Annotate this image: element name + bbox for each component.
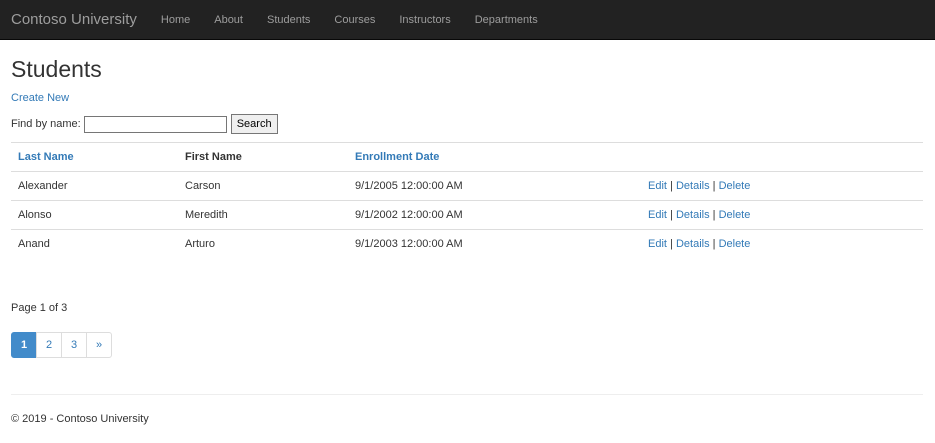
nav-home[interactable]: Home [149,0,202,40]
nav-courses[interactable]: Courses [322,0,387,40]
cell-enrollment-date: 9/1/2005 12:00:00 AM [348,171,641,201]
nav-students[interactable]: Students [255,0,322,40]
page-info: Page 1 of 3 [11,301,68,314]
table-row: Alexander Carson 9/1/2005 12:00:00 AM Ed… [11,171,923,201]
header-first-name: First Name [178,142,348,172]
page-1-button[interactable]: 1 [11,331,37,358]
next-page-button[interactable]: » [86,331,112,358]
nav-about[interactable]: About [202,0,255,40]
students-table: Last Name First Name Enrollment Date Ale… [11,142,923,259]
find-label: Find by name: [11,118,81,130]
cell-enrollment-date: 9/1/2002 12:00:00 AM [348,200,641,230]
cell-last-name: Alonso [11,200,178,230]
details-link[interactable]: Details [676,209,710,221]
separator: | [670,180,673,192]
separator: | [712,209,716,221]
edit-link[interactable]: Edit [648,238,667,250]
details-link[interactable]: Details [676,180,710,192]
cell-first-name: Carson [178,171,348,201]
edit-link[interactable]: Edit [648,180,667,192]
nav-instructors[interactable]: Instructors [387,0,462,40]
delete-link[interactable]: Delete [719,180,751,192]
footer-text: © 2019 - Contoso University [11,412,149,425]
pagination: 1 2 3 » [11,331,924,358]
page-title: Students [11,56,102,82]
cell-first-name: Arturo [178,229,348,259]
cell-last-name: Anand [11,229,178,259]
main-content: Students Create New Find by name: Search… [0,56,935,426]
footer-divider [11,393,923,395]
search-input[interactable] [83,115,227,133]
header-actions [641,142,923,172]
table-row: Anand Arturo 9/1/2003 12:00:00 AM Edit |… [11,229,923,259]
sort-enrollment-date-link[interactable]: Enrollment Date [355,151,439,163]
footer: © 2019 - Contoso University [11,413,924,426]
search-button[interactable]: Search [230,114,278,134]
cell-actions: Edit | Details | Delete [641,229,923,259]
separator: | [712,180,716,192]
cell-enrollment-date: 9/1/2003 12:00:00 AM [348,229,641,259]
cell-actions: Edit | Details | Delete [641,200,923,230]
delete-link[interactable]: Delete [719,209,751,221]
header-enrollment-date[interactable]: Enrollment Date [348,142,641,172]
search-form: Find by name: Search [11,114,924,134]
table-row: Alonso Meredith 9/1/2002 12:00:00 AM Edi… [11,200,923,230]
separator: | [670,209,673,221]
delete-link[interactable]: Delete [719,238,751,250]
cell-actions: Edit | Details | Delete [641,171,923,201]
brand-link[interactable]: Contoso University [0,0,148,40]
separator: | [670,238,673,251]
table-header-row: Last Name First Name Enrollment Date [11,142,923,172]
cell-last-name: Alexander [11,171,178,201]
cell-first-name: Meredith [178,200,348,230]
page-3-button[interactable]: 3 [61,331,87,358]
create-new-link[interactable]: Create New [11,92,69,105]
details-link[interactable]: Details [676,238,710,250]
sort-last-name-link[interactable]: Last Name [18,151,74,163]
header-last-name[interactable]: Last Name [11,142,178,172]
top-navbar: Contoso University Home About Students C… [0,0,935,40]
nav-departments[interactable]: Departments [463,0,550,40]
page-2-button[interactable]: 2 [36,331,62,358]
separator: | [712,238,716,251]
edit-link[interactable]: Edit [648,209,667,221]
